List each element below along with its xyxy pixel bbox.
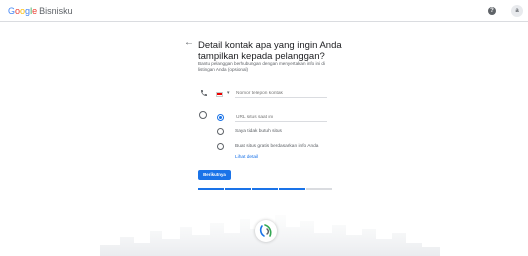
radio-free-website[interactable] xyxy=(217,143,224,150)
logo-letter: e xyxy=(32,6,38,16)
progress-step xyxy=(252,188,278,190)
help-icon[interactable]: ? xyxy=(488,7,496,15)
country-dropdown-caret-icon[interactable]: ▾ xyxy=(227,90,230,96)
free-website-label[interactable]: Buat situs gratis berdasarkan info Anda xyxy=(235,144,318,149)
page-title: Detail kontak apa yang ingin Anda tampil… xyxy=(198,40,342,62)
progress-step xyxy=(306,188,332,190)
phone-icon xyxy=(200,89,208,99)
product-name: Bisnisku xyxy=(39,6,73,16)
radio-no-website[interactable] xyxy=(217,128,224,135)
next-button[interactable]: Berikutnya xyxy=(198,170,231,180)
logo-letter: G xyxy=(8,6,16,16)
phone-number-input[interactable] xyxy=(235,89,327,98)
radio-current-url[interactable] xyxy=(217,114,224,121)
country-flag-icon[interactable] xyxy=(216,92,223,97)
progress-step xyxy=(198,188,224,190)
website-url-input[interactable] xyxy=(235,113,327,122)
globe-icon xyxy=(199,111,207,119)
top-bar: Google Bisnisku ? a xyxy=(0,0,528,22)
page-subtitle: Bantu pelanggan berhubungan dengan menye… xyxy=(198,61,325,72)
google-bisnisku-logo[interactable]: Google Bisnisku xyxy=(8,6,73,16)
back-arrow-icon[interactable]: ← xyxy=(184,37,194,48)
progress-step xyxy=(225,188,251,190)
loading-spinner-icon xyxy=(255,220,277,242)
see-details-link[interactable]: Lihat detail xyxy=(235,155,258,160)
account-avatar[interactable]: a xyxy=(511,5,523,17)
no-website-label[interactable]: Saya tidak butuh situs xyxy=(235,129,282,134)
progress-step xyxy=(279,188,305,190)
